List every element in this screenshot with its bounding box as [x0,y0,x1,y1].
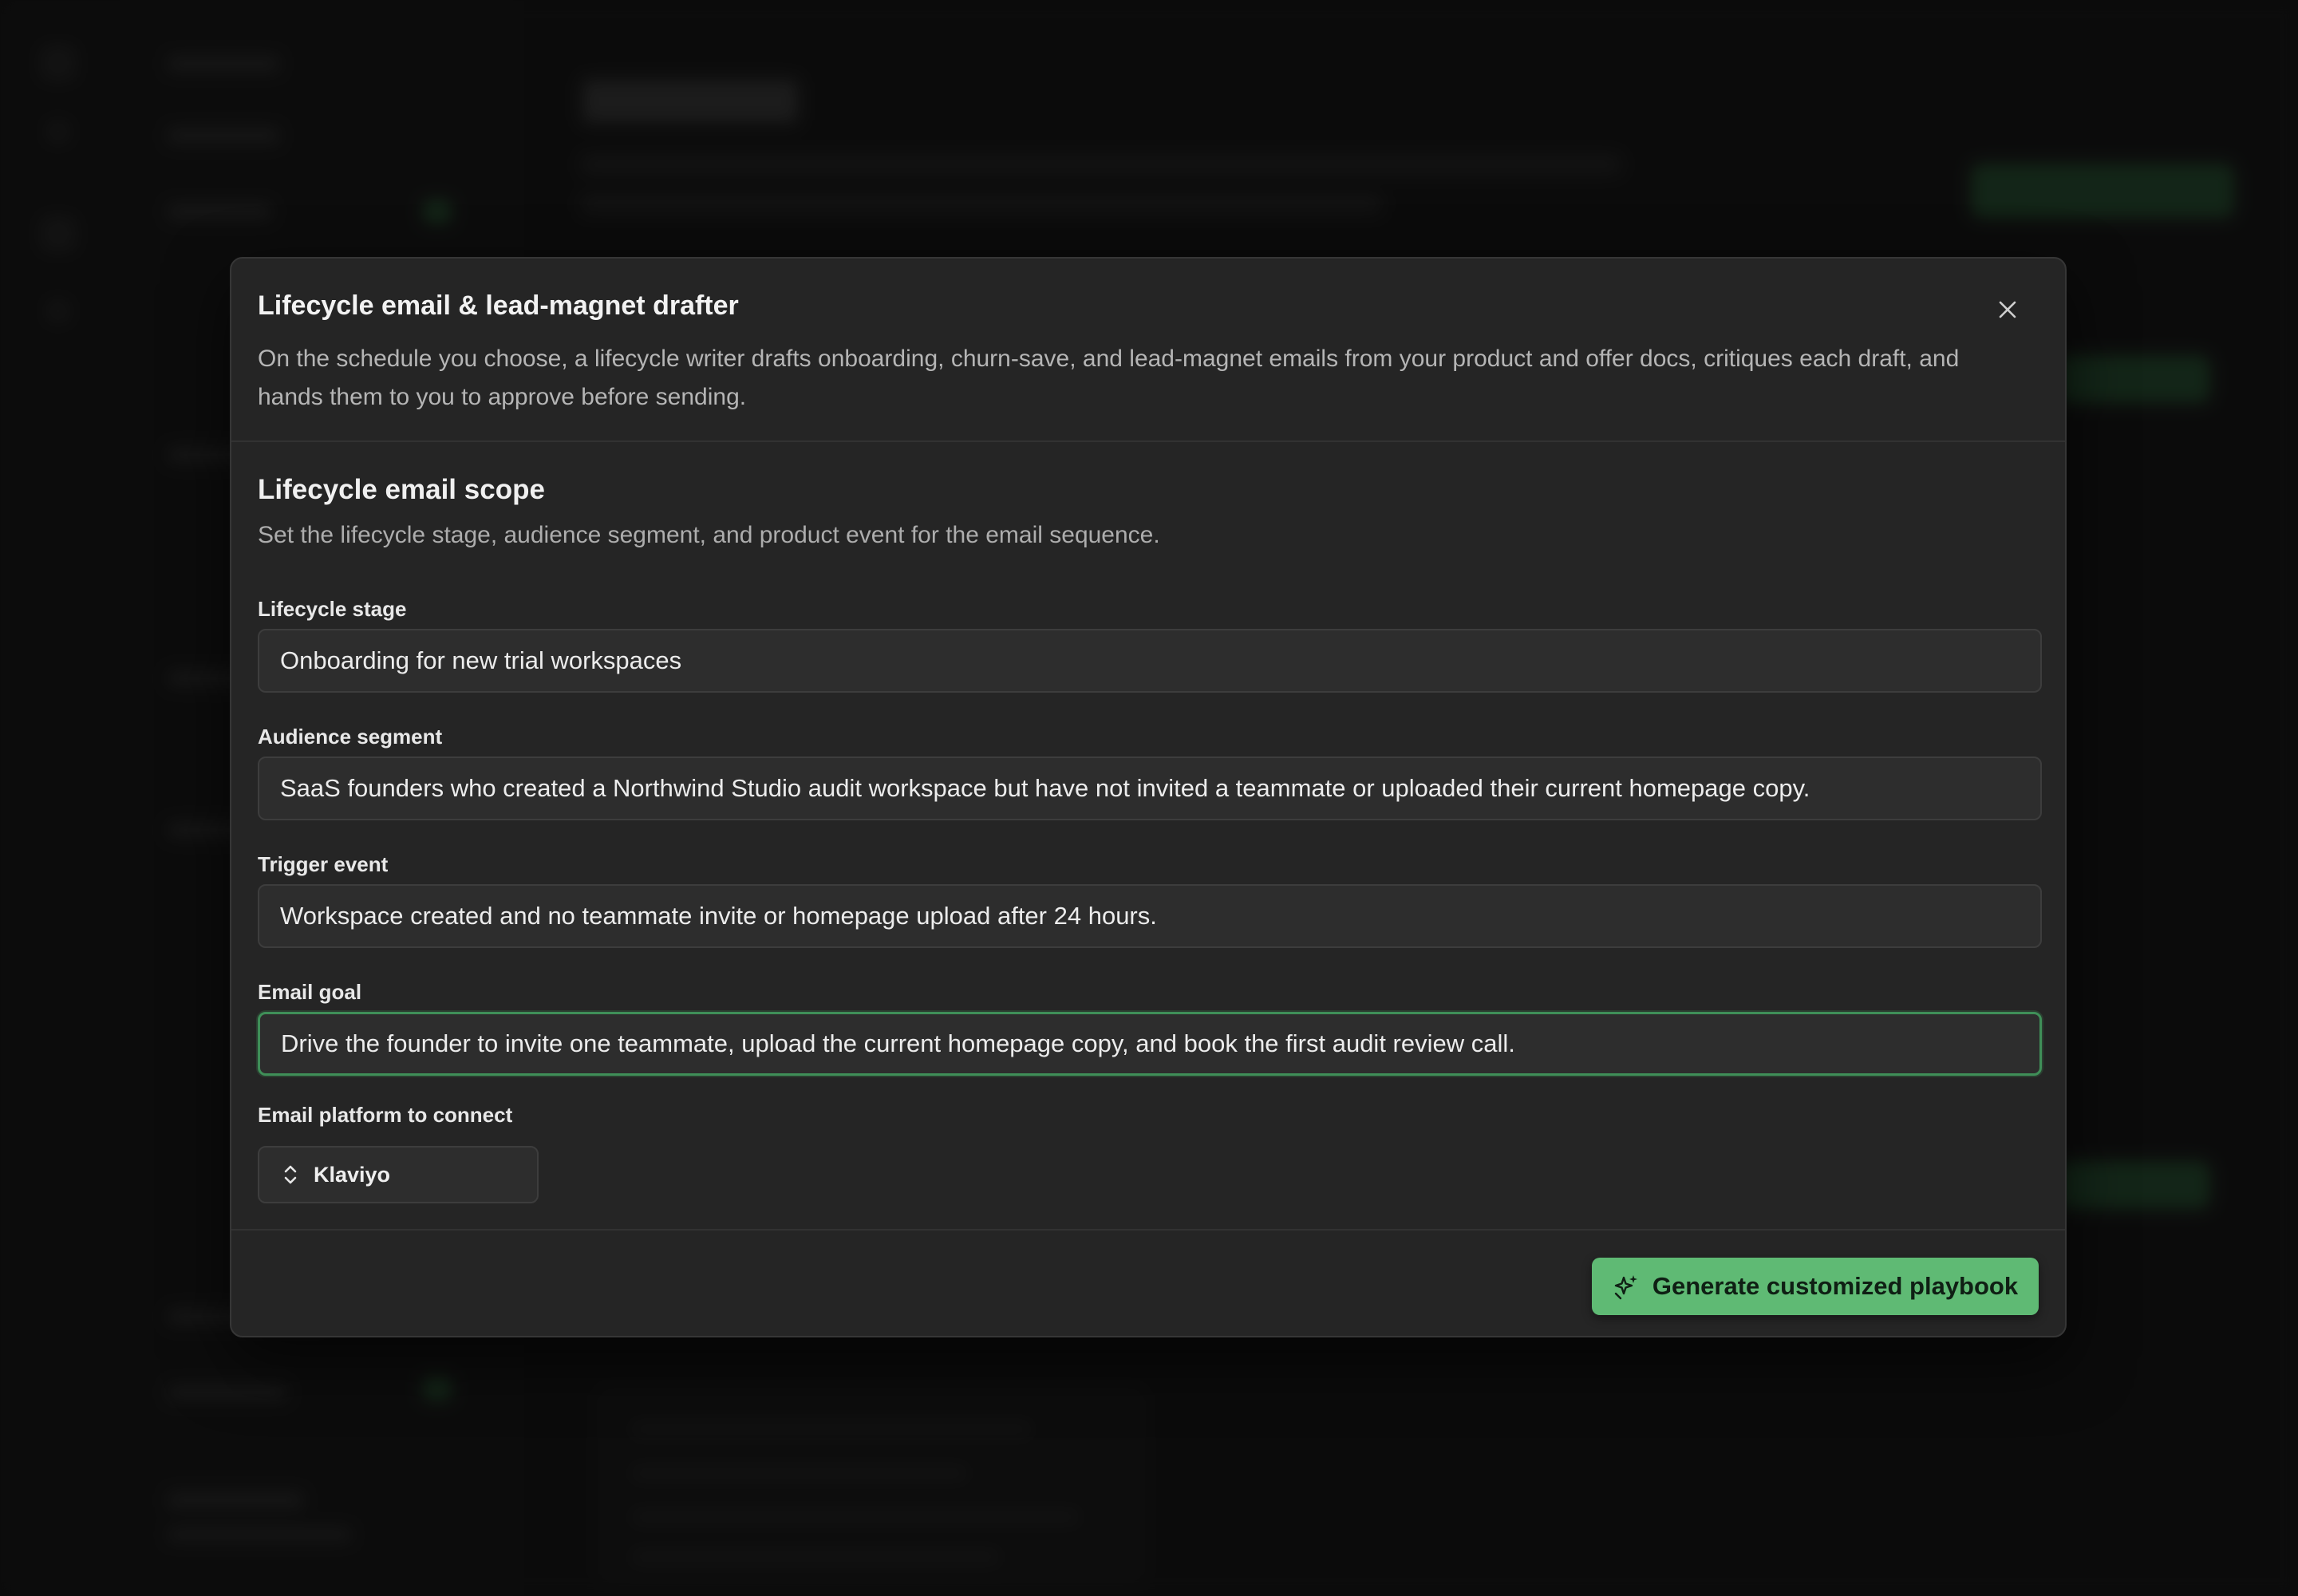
chevrons-up-down-icon [284,1165,297,1184]
section-title: Lifecycle email scope [258,474,545,505]
close-icon [1999,301,2016,318]
audience-segment-input[interactable] [258,757,2042,820]
audience-segment-label: Audience segment [258,725,443,749]
playbook-modal: Lifecycle email & lead-magnet drafter On… [230,257,2067,1337]
email-platform-select[interactable]: Klaviyo [258,1146,539,1203]
lifecycle-stage-label: Lifecycle stage [258,597,407,621]
modal-footer: Generate customized playbook [231,1229,2065,1336]
modal-title: Lifecycle email & lead-magnet drafter [258,290,739,321]
email-platform-label: Email platform to connect [258,1103,513,1127]
generate-playbook-button[interactable]: Generate customized playbook [1592,1258,2039,1315]
modal-header: Lifecycle email & lead-magnet drafter On… [231,259,2065,442]
section-description: Set the lifecycle stage, audience segmen… [258,522,1160,548]
sparkles-icon [1614,1275,1637,1300]
generate-playbook-label: Generate customized playbook [1652,1272,2019,1300]
trigger-event-label: Trigger event [258,852,389,876]
email-goal-label: Email goal [258,980,362,1004]
lifecycle-stage-input[interactable] [258,629,2042,693]
email-platform-value: Klaviyo [314,1162,391,1187]
modal-description: On the schedule you choose, a lifecycle … [258,346,1960,410]
trigger-event-input[interactable] [258,884,2042,948]
close-button[interactable] [1992,294,2024,326]
email-goal-input[interactable] [258,1012,2042,1076]
